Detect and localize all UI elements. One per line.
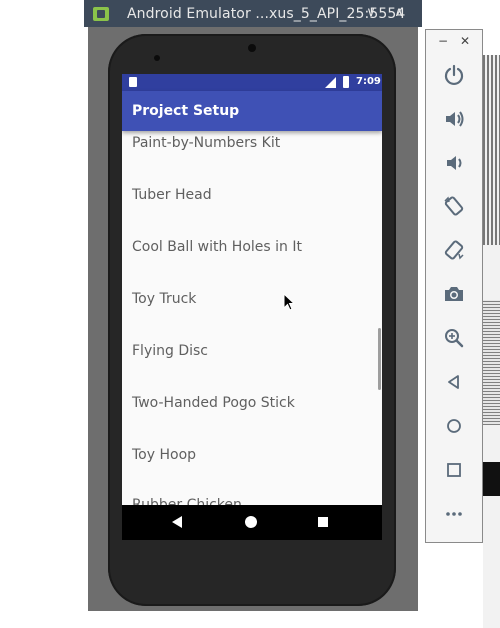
more-icon[interactable] (443, 503, 465, 525)
desktop-background-patch (483, 55, 500, 245)
phone-screen: 7:09 Project Setup Paint-by-Numbers Kit … (122, 74, 382, 540)
app-title: Project Setup (132, 103, 240, 119)
status-time: 7:09 (356, 76, 381, 87)
list-item[interactable]: Tuber Head (132, 187, 212, 203)
nav-back-icon[interactable] (172, 516, 182, 528)
toolbar-minimize-icon[interactable]: − (438, 34, 448, 48)
maximize-chevron-icon[interactable]: ∧ (390, 4, 408, 22)
project-list[interactable]: Paint-by-Numbers Kit Tuber Head Cool Bal… (122, 131, 382, 505)
nav-overview-icon[interactable] (318, 517, 328, 527)
sim-card-icon (129, 77, 137, 87)
android-emulator-icon (93, 6, 109, 21)
nav-home-icon[interactable] (245, 516, 257, 528)
rotate-left-icon[interactable] (443, 195, 465, 217)
rotate-right-icon[interactable] (443, 239, 465, 261)
list-scrollbar[interactable] (378, 328, 381, 390)
status-bar: 7:09 (122, 74, 382, 91)
overview-icon[interactable] (443, 459, 465, 481)
navigation-bar (122, 505, 382, 540)
signal-icon (325, 77, 336, 88)
phone-camera (248, 44, 256, 52)
emulator-toolbar: − ✕ (425, 29, 483, 543)
camera-icon[interactable] (443, 283, 465, 305)
desktop-background-patch (483, 300, 500, 425)
power-icon[interactable] (443, 64, 465, 86)
back-icon[interactable] (443, 371, 465, 393)
phone-sensor (154, 55, 160, 61)
toolbar-close-icon[interactable]: ✕ (460, 34, 470, 48)
list-item[interactable]: Rubber Chicken (132, 497, 242, 505)
battery-icon (343, 76, 349, 88)
list-item[interactable]: Cool Ball with Holes in It (132, 239, 302, 255)
zoom-icon[interactable] (443, 327, 465, 349)
app-bar: Project Setup (122, 91, 382, 131)
minimize-chevron-icon[interactable]: ∨ (362, 4, 380, 22)
list-item[interactable]: Toy Hoop (132, 447, 196, 463)
list-item[interactable]: Toy Truck (132, 291, 196, 307)
volume-up-icon[interactable] (443, 108, 465, 130)
list-item[interactable]: Flying Disc (132, 343, 208, 359)
home-icon[interactable] (443, 415, 465, 437)
desktop-background-patch (483, 462, 500, 496)
emulator-title-bar[interactable]: Android Emulator ...xus_5_API_25:5554 ∨ … (84, 0, 422, 27)
volume-down-icon[interactable] (443, 152, 465, 174)
list-item[interactable]: Paint-by-Numbers Kit (132, 135, 280, 151)
list-item[interactable]: Two-Handed Pogo Stick (132, 395, 295, 411)
